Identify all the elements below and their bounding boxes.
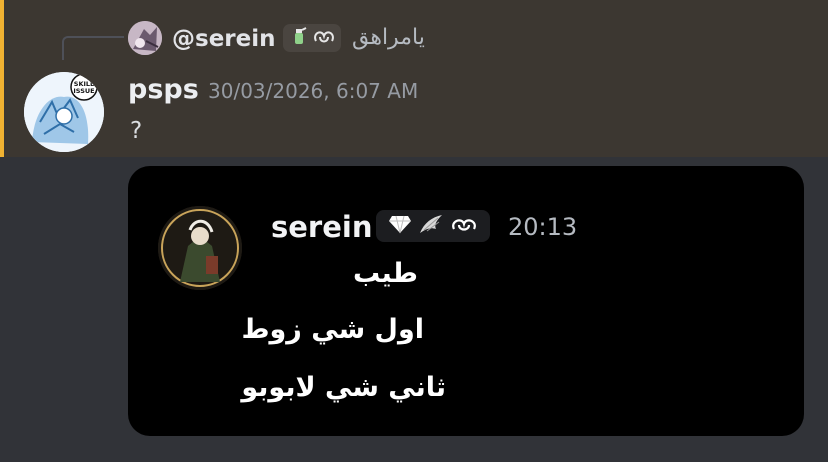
reply-badges [283, 24, 341, 52]
highlight-bar [0, 0, 4, 157]
diamond-icon [388, 214, 412, 238]
author-name[interactable]: psps [128, 74, 199, 105]
embed-username: serein [271, 210, 373, 244]
reply-spine [62, 36, 124, 60]
wing-icon [418, 213, 444, 239]
pretzel-icon [312, 27, 336, 49]
pretzel-icon [450, 215, 478, 237]
author-avatar[interactable]: SKILL ISSUE [24, 72, 104, 152]
embed-line-3: ثاني شي لابوبو [241, 372, 446, 403]
embed-time: 20:13 [508, 213, 578, 241]
embed-line-2: اول شي زوط [241, 314, 424, 345]
spray-bottle-icon [288, 26, 308, 50]
avatar-text-issue: ISSUE [73, 87, 94, 95]
embedded-image[interactable]: serein 20:13 طيب اول شي زوط ثاني شي لابو… [128, 166, 804, 436]
embed-line-1: طيب [352, 258, 418, 289]
message-content: ? [130, 118, 143, 144]
embed-badges [376, 210, 490, 242]
embed-avatar [158, 206, 242, 290]
message-timestamp: 30/03/2026, 6:07 AM [208, 79, 419, 103]
reply-username[interactable]: @serein [172, 26, 276, 52]
reply-avatar[interactable] [128, 21, 162, 55]
reply-preview-text[interactable]: يامراهق [352, 25, 425, 50]
